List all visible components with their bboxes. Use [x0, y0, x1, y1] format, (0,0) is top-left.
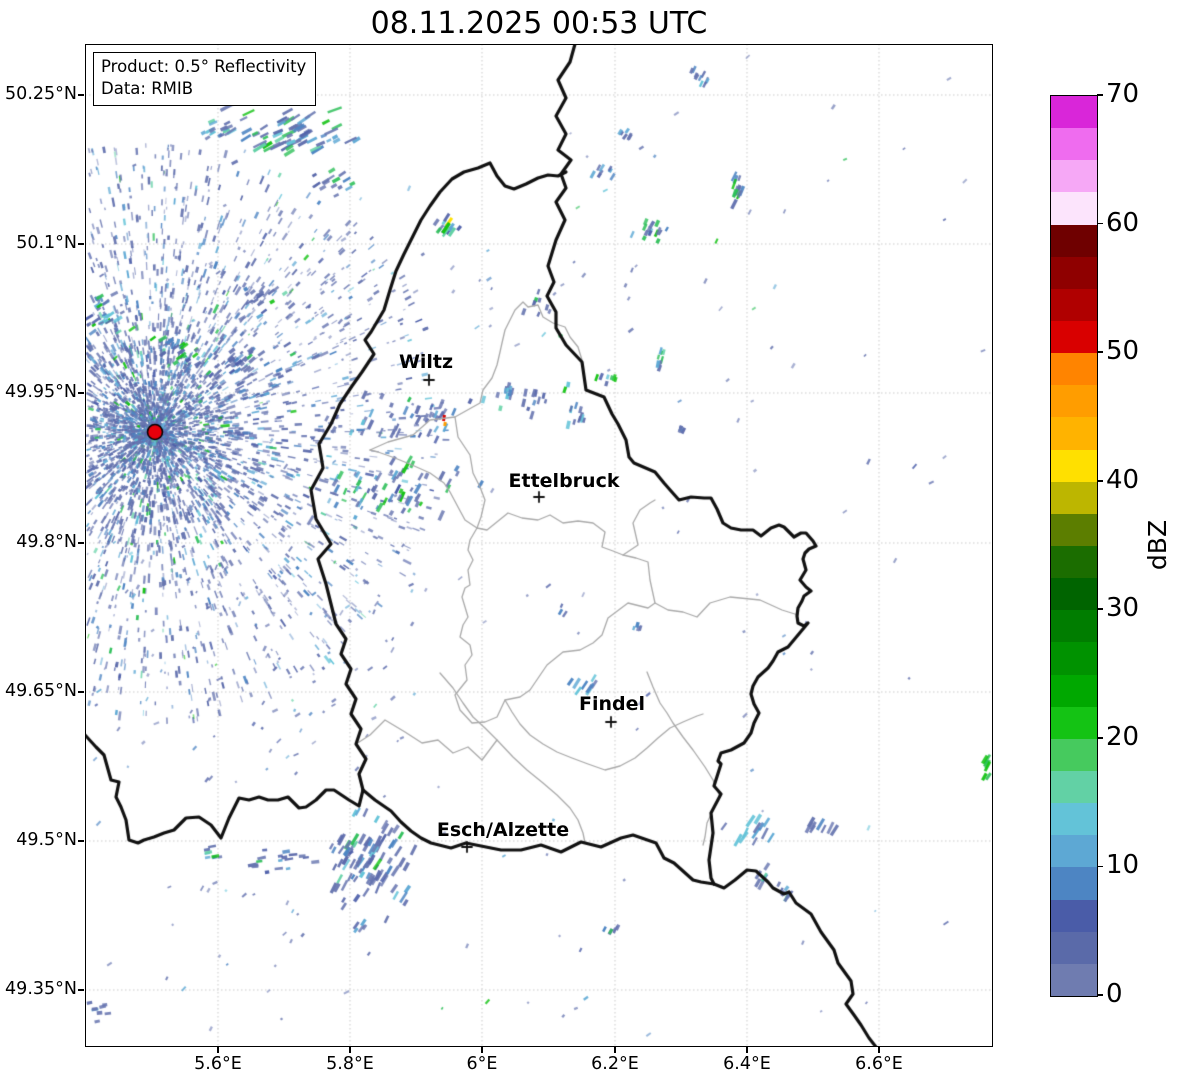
colorbar-segment: [1051, 96, 1097, 129]
colorbar: [1050, 95, 1098, 997]
y-tick-mark: [78, 542, 84, 544]
x-tick-mark: [349, 1047, 351, 1053]
x-tick-label: 6.6°E: [855, 1054, 903, 1074]
x-tick-mark: [746, 1047, 748, 1053]
y-tick-mark: [78, 840, 84, 842]
y-tick-mark: [78, 989, 84, 991]
city-label-wiltz: Wiltz: [398, 351, 454, 373]
colorbar-segment: [1051, 674, 1097, 707]
colorbar-tick-label: 30: [1106, 593, 1140, 624]
y-tick-label: 50.1°N: [16, 233, 77, 253]
colorbar-segment: [1051, 867, 1097, 900]
colorbar-segment: [1051, 771, 1097, 804]
colorbar-segment: [1051, 610, 1097, 643]
y-tick-label: 49.65°N: [5, 681, 77, 701]
x-tick-label: 5.8°E: [326, 1054, 374, 1074]
colorbar-tick-mark: [1097, 94, 1103, 96]
y-tick-label: 49.8°N: [16, 532, 77, 552]
colorbar-tick-mark: [1097, 865, 1103, 868]
x-tick-mark: [878, 1047, 880, 1053]
colorbar-tick-label: 0: [1106, 979, 1123, 1009]
colorbar-segment: [1051, 385, 1097, 418]
x-tick-label: 5.6°E: [194, 1054, 242, 1074]
x-tick-label: 6.4°E: [723, 1054, 771, 1074]
y-tick-mark: [78, 94, 84, 96]
colorbar-segment: [1051, 931, 1097, 964]
colorbar-tick-label: 10: [1106, 850, 1140, 881]
colorbar-segment: [1051, 706, 1097, 739]
colorbar-segment: [1051, 288, 1097, 322]
colorbar-segment: [1051, 513, 1097, 547]
y-tick-label: 49.5°N: [16, 830, 77, 850]
data-source-line: Data: RMIB: [101, 78, 194, 98]
colorbar-tick-label: 50: [1106, 336, 1140, 367]
colorbar-tick-label: 60: [1106, 207, 1140, 238]
colorbar-segment: [1051, 449, 1097, 482]
x-tick-label: 6.2°E: [591, 1054, 639, 1074]
colorbar-segment: [1051, 738, 1097, 772]
colorbar-tick-label: 70: [1106, 79, 1140, 109]
colorbar-segment: [1051, 417, 1097, 450]
y-tick-label: 49.35°N: [5, 979, 77, 999]
colorbar-segment: [1051, 546, 1097, 579]
city-label-ettelbruck: Ettelbruck: [508, 470, 620, 492]
radar-figure: 08.11.2025 00:53 UTC Product: 0.5° Refle…: [0, 0, 1184, 1081]
city-label-esch-alzette: Esch/Alzette: [436, 819, 570, 841]
y-tick-label: 50.25°N: [5, 84, 77, 104]
colorbar-segment: [1051, 353, 1097, 386]
colorbar-segment: [1051, 256, 1097, 289]
product-line: Product: 0.5° Reflectivity: [101, 57, 307, 76]
colorbar-segment: [1051, 578, 1097, 611]
product-annotation-box: Product: 0.5° Reflectivity Data: RMIB: [93, 52, 317, 106]
colorbar-segment: [1051, 803, 1097, 836]
colorbar-segment: [1051, 963, 1097, 996]
colorbar-tick-mark: [1097, 994, 1103, 996]
y-tick-mark: [78, 392, 84, 394]
city-label-findel: Findel: [578, 693, 646, 715]
x-tick-mark: [481, 1047, 483, 1053]
colorbar-tick-mark: [1097, 608, 1103, 611]
y-tick-label: 49.95°N: [5, 382, 77, 402]
colorbar-tick-mark: [1097, 737, 1103, 739]
y-tick-mark: [78, 243, 84, 245]
colorbar-tick-mark: [1097, 351, 1103, 353]
colorbar-tick-mark: [1097, 479, 1103, 482]
radar-map-canvas: [85, 44, 993, 1047]
colorbar-segment: [1051, 835, 1097, 868]
x-tick-mark: [217, 1047, 219, 1053]
x-tick-mark: [614, 1047, 616, 1053]
colorbar-segment: [1051, 192, 1097, 225]
colorbar-tick-mark: [1097, 222, 1103, 225]
colorbar-unit-label: dBZ: [1143, 519, 1172, 571]
x-tick-label: 6°E: [466, 1054, 498, 1074]
colorbar-segment: [1051, 481, 1097, 514]
y-tick-mark: [78, 691, 84, 693]
colorbar-segment: [1051, 224, 1097, 257]
colorbar-tick-label: 40: [1106, 464, 1140, 495]
colorbar-tick-label: 20: [1106, 721, 1140, 752]
colorbar-segment: [1051, 899, 1097, 932]
colorbar-segment: [1051, 128, 1097, 161]
colorbar-segment: [1051, 160, 1097, 193]
colorbar-segment: [1051, 642, 1097, 675]
colorbar-segment: [1051, 321, 1097, 354]
page-title: 08.11.2025 00:53 UTC: [370, 6, 708, 41]
